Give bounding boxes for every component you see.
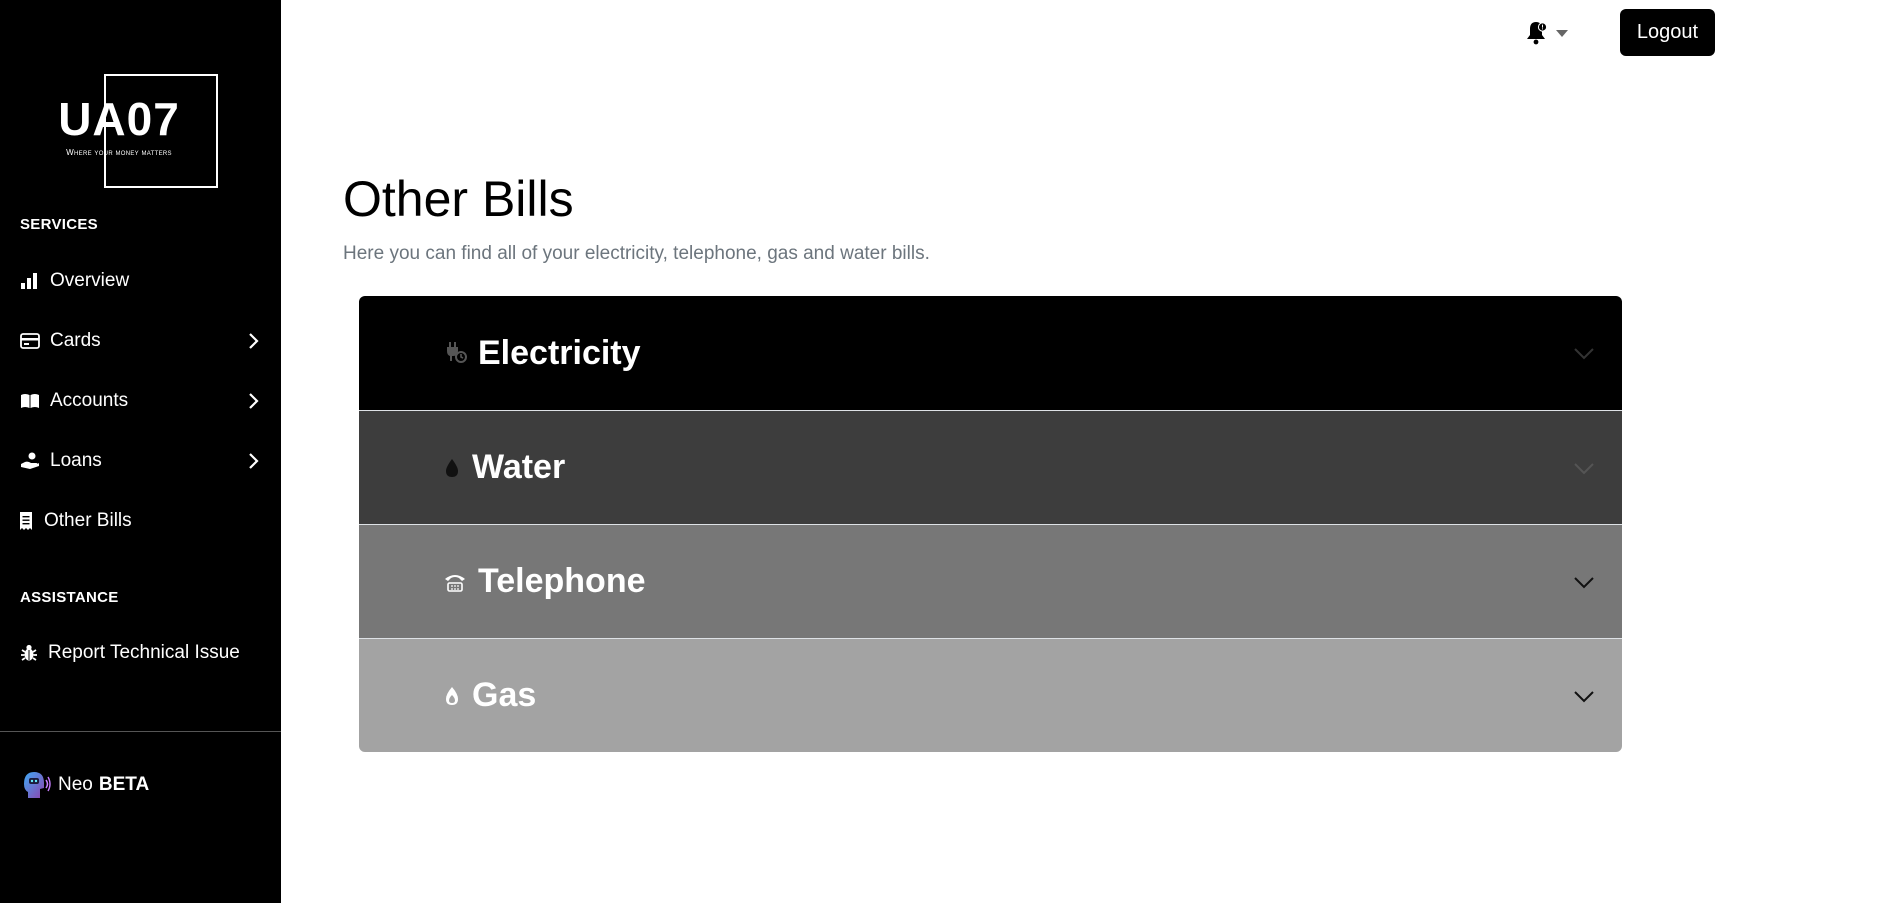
sidebar-item-label: Overview — [50, 270, 130, 291]
accordion-label: Water — [472, 448, 566, 486]
sidebar-item-cards[interactable]: Cards — [0, 319, 281, 363]
sidebar-item-label: Loans — [50, 450, 102, 471]
chevron-down-icon — [1574, 577, 1594, 589]
telephone-icon — [444, 570, 468, 594]
plug-icon — [444, 341, 468, 365]
sidebar-divider — [0, 731, 281, 732]
services-heading: SERVICES — [20, 216, 98, 233]
chevron-right-icon — [249, 453, 259, 469]
notifications-dropdown[interactable] — [1524, 20, 1574, 48]
sidebar-item-label: Cards — [50, 330, 101, 351]
logo-title: UA07 — [58, 93, 180, 145]
sidebar-item-label: Other Bills — [44, 510, 132, 531]
sidebar-item-label: Report Technical Issue — [48, 642, 240, 663]
accordion-label: Telephone — [478, 562, 646, 600]
chevron-right-icon — [249, 333, 259, 349]
accordion-label: Electricity — [478, 333, 641, 372]
sidebar-item-accounts[interactable]: Accounts — [0, 379, 281, 423]
logout-button[interactable]: Logout — [1620, 9, 1715, 56]
credit-card-icon — [20, 330, 42, 352]
sidebar: UA07 Where your money matters SERVICES O… — [0, 0, 281, 903]
droplet-icon — [444, 456, 462, 480]
accordion-item-water[interactable]: Water — [359, 410, 1622, 524]
sidebar-item-report-issue[interactable]: Report Technical Issue — [0, 631, 281, 675]
receipt-icon — [20, 510, 36, 532]
logo-tagline: Where your money matters — [66, 148, 172, 157]
chevron-right-icon — [249, 393, 259, 409]
sidebar-item-overview[interactable]: Overview — [0, 259, 281, 303]
sidebar-item-other-bills[interactable]: Other Bills — [0, 499, 281, 543]
flame-icon — [444, 684, 462, 708]
chevron-down-icon — [1574, 348, 1594, 360]
accordion-item-electricity[interactable]: Electricity — [359, 296, 1622, 410]
neo-label: Neo — [58, 774, 93, 795]
sidebar-item-label: Accounts — [50, 390, 129, 411]
brand-logo[interactable]: UA07 Where your money matters — [54, 74, 218, 190]
neo-assistant-link[interactable]: Neo BETA — [20, 770, 149, 800]
robot-head-icon — [20, 770, 52, 800]
assistance-heading: ASSISTANCE — [20, 589, 119, 606]
sidebar-item-loans[interactable]: Loans — [0, 439, 281, 483]
accordion-item-telephone[interactable]: Telephone — [359, 524, 1622, 638]
beta-badge: BETA — [98, 774, 150, 795]
chevron-down-icon — [1574, 463, 1594, 475]
hand-coin-icon — [20, 450, 42, 472]
chevron-down-icon — [1574, 691, 1594, 703]
accordion-label: Gas — [472, 676, 537, 714]
bar-chart-icon — [20, 270, 42, 292]
page-subtitle: Here you can find all of your electricit… — [343, 243, 930, 264]
accordion-item-gas[interactable]: Gas — [359, 638, 1622, 752]
caret-down-icon — [1556, 25, 1568, 43]
page-title: Other Bills — [343, 171, 574, 227]
book-icon — [20, 390, 42, 412]
bug-icon — [20, 642, 42, 664]
bell-icon — [1524, 19, 1550, 50]
bills-accordion: Electricity Water Telephone Gas — [359, 296, 1622, 752]
